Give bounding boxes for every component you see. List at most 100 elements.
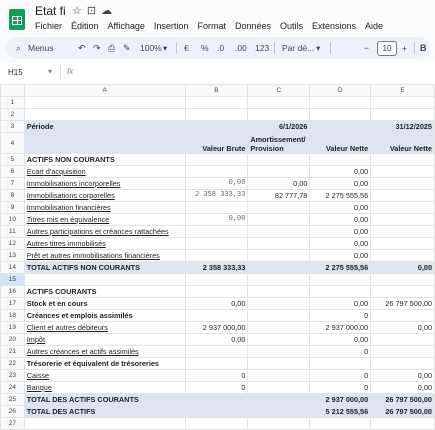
cell[interactable]: Période: [23, 120, 186, 133]
cell[interactable]: 0,00: [309, 165, 372, 178]
cell[interactable]: 0,00: [184, 213, 249, 226]
cell[interactable]: Caisse: [23, 369, 186, 382]
menu-item[interactable]: Extensions: [312, 21, 356, 31]
cell[interactable]: [247, 237, 311, 250]
cell[interactable]: Amortissement/ Provision: [247, 132, 311, 154]
cell[interactable]: [247, 249, 311, 262]
zoom-select[interactable]: 100%: [140, 43, 162, 53]
cell[interactable]: [309, 120, 372, 133]
cell[interactable]: [370, 345, 435, 358]
cell[interactable]: 26 797 500,00: [370, 297, 435, 310]
row-header[interactable]: 4: [0, 132, 25, 154]
cell[interactable]: 0,00: [309, 177, 372, 190]
cell[interactable]: [247, 261, 311, 274]
menu-item[interactable]: Fichier: [35, 21, 62, 31]
cell[interactable]: 2 937 000,00: [309, 393, 372, 406]
cell[interactable]: [247, 285, 311, 298]
cell[interactable]: ACTIFS COURANTS: [23, 285, 186, 298]
cell[interactable]: 0: [184, 369, 249, 382]
row-header[interactable]: 7: [0, 177, 25, 190]
cell[interactable]: [247, 225, 311, 238]
cell[interactable]: Immobilisations corporelles: [23, 189, 186, 202]
row-header[interactable]: 20: [0, 333, 25, 346]
cell[interactable]: 0,00: [309, 213, 372, 226]
cell[interactable]: 6/1/2026: [247, 120, 311, 133]
row-header[interactable]: 17: [0, 297, 25, 310]
menus-search-button[interactable]: Menus: [28, 43, 54, 53]
cell[interactable]: [309, 108, 372, 121]
column-header[interactable]: A: [23, 84, 186, 97]
row-header[interactable]: 15: [0, 273, 25, 286]
cell[interactable]: [184, 345, 249, 358]
cell[interactable]: [370, 165, 435, 178]
cell[interactable]: 0,00: [184, 177, 249, 190]
cell[interactable]: [370, 309, 435, 322]
cloud-status-icon[interactable]: ☁: [101, 5, 112, 17]
cell[interactable]: [247, 357, 311, 370]
cell[interactable]: [247, 405, 311, 418]
cell[interactable]: [309, 96, 372, 109]
cell[interactable]: [184, 393, 249, 406]
column-header[interactable]: C: [247, 84, 311, 97]
cell[interactable]: [247, 108, 311, 121]
cell[interactable]: [309, 273, 372, 286]
cell[interactable]: [309, 357, 372, 370]
percent-format-button[interactable]: %: [201, 43, 209, 53]
cell[interactable]: [370, 333, 435, 346]
cell[interactable]: [247, 153, 311, 166]
cell[interactable]: 0: [184, 381, 249, 394]
cell[interactable]: 0,00: [309, 237, 372, 250]
cell[interactable]: [370, 225, 435, 238]
cell[interactable]: [247, 369, 311, 382]
cell[interactable]: [370, 249, 435, 262]
cell[interactable]: 26 797 500,00: [370, 405, 435, 418]
cell[interactable]: Immobilisations incorporelles: [23, 177, 186, 190]
cell[interactable]: [184, 405, 249, 418]
font-size-decrease-button[interactable]: −: [364, 43, 369, 53]
font-size-input[interactable]: 10: [377, 41, 397, 56]
row-header[interactable]: 11: [0, 225, 25, 238]
increase-decimal-button[interactable]: .00: [235, 43, 247, 53]
cell[interactable]: 0,00: [309, 201, 372, 214]
cell[interactable]: [184, 120, 249, 133]
cell[interactable]: [370, 417, 435, 430]
cell[interactable]: [370, 96, 435, 109]
cell[interactable]: Valeur Brute: [184, 132, 249, 154]
cell[interactable]: [370, 189, 435, 202]
cell[interactable]: 2 937 000,00: [309, 321, 372, 334]
cell[interactable]: [184, 309, 249, 322]
cell[interactable]: [370, 273, 435, 286]
row-header[interactable]: 12: [0, 237, 25, 250]
cell[interactable]: [247, 417, 311, 430]
cell[interactable]: Autres titres immobilisés: [23, 237, 186, 250]
cell[interactable]: [23, 417, 186, 430]
menu-item[interactable]: Insertion: [154, 21, 189, 31]
row-header[interactable]: 1: [0, 96, 25, 109]
decrease-decimal-button[interactable]: .0: [217, 43, 224, 53]
cell[interactable]: [309, 285, 372, 298]
undo-icon[interactable]: ↶: [78, 43, 86, 54]
cell[interactable]: 5 212 555,56: [309, 405, 372, 418]
menu-item[interactable]: Données: [235, 21, 271, 31]
cell[interactable]: 0: [309, 369, 372, 382]
row-header[interactable]: 10: [0, 213, 25, 226]
cell[interactable]: 0: [309, 309, 372, 322]
menu-item[interactable]: Aide: [365, 21, 383, 31]
chevron-down-icon[interactable]: ▾: [316, 43, 320, 54]
cell[interactable]: Client et autres débiteurs: [23, 321, 186, 334]
bold-icon[interactable]: B: [420, 43, 427, 53]
cell[interactable]: [370, 237, 435, 250]
cell[interactable]: 0,00: [309, 225, 372, 238]
cell[interactable]: [370, 177, 435, 190]
cell[interactable]: Autres créances et actifs assimilés: [23, 345, 186, 358]
cell[interactable]: [247, 96, 311, 109]
cell[interactable]: [184, 165, 249, 178]
font-select[interactable]: Par dé...: [282, 43, 314, 53]
name-box[interactable]: H15: [8, 68, 23, 77]
cell[interactable]: Stock et en cours: [23, 297, 186, 310]
sheets-logo-icon[interactable]: [9, 9, 25, 30]
cell[interactable]: TOTAL DES ACTIFS: [23, 405, 186, 418]
cell[interactable]: 0: [309, 381, 372, 394]
cell[interactable]: Trésorerie et équivalent de trésoreries: [23, 357, 186, 370]
search-menus-icon[interactable]: ⌕: [16, 43, 21, 54]
